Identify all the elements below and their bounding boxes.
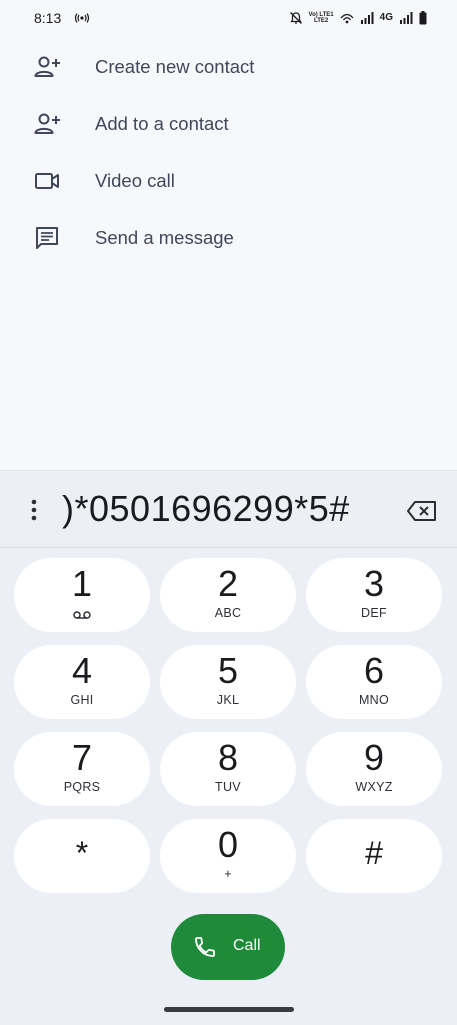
key-letters: JKL — [216, 693, 240, 707]
key-digit: 7 — [71, 737, 93, 778]
digits-row: )*0501696299*5# — [0, 471, 457, 548]
status-time: 8:13 — [34, 10, 62, 26]
call-button[interactable]: Call — [171, 914, 285, 980]
key-star[interactable]: * — [14, 819, 150, 893]
volte-indicator: Vo) LTE1 LTE2 — [309, 12, 334, 24]
call-label: Call — [233, 937, 261, 954]
action-label: Send a message — [95, 227, 234, 248]
key-0[interactable]: 0 + — [160, 819, 296, 893]
action-label: Add to a contact — [95, 113, 229, 134]
key-letters: + — [224, 867, 232, 881]
phone-icon — [195, 937, 215, 957]
status-icons: Vo) LTE1 LTE2 4G — [289, 9, 427, 27]
dialed-number-field[interactable]: )*0501696299*5# — [62, 485, 392, 533]
key-1[interactable]: 1 — [14, 558, 150, 632]
signal-icon — [360, 12, 374, 24]
key-letters: ABC — [214, 606, 242, 620]
key-digit: 6 — [363, 650, 385, 691]
key-letters: GHI — [70, 693, 94, 707]
key-letters: TUV — [215, 780, 241, 794]
key-digit: 9 — [363, 737, 385, 778]
message-icon — [36, 227, 58, 249]
mute-icon — [289, 12, 302, 24]
key-8[interactable]: 8 TUV — [160, 732, 296, 806]
status-bar: 8:13 Vo) LTE1 LTE2 4G — [0, 0, 457, 36]
more-options-icon[interactable] — [22, 497, 46, 523]
action-label: Create new contact — [95, 56, 255, 77]
volte-bottom-label: LTE2 — [313, 18, 329, 24]
key-letters: DEF — [361, 606, 387, 620]
dialed-number: )*0501696299*5# — [62, 488, 350, 529]
key-digit: 1 — [71, 563, 93, 604]
person-add-icon — [34, 56, 60, 77]
action-label: Video call — [95, 170, 175, 191]
network-type: 4G — [379, 12, 393, 23]
key-9[interactable]: 9 WXYZ — [306, 732, 442, 806]
key-3[interactable]: 3 DEF — [306, 558, 442, 632]
backspace-icon[interactable] — [406, 500, 438, 522]
signal-icon-2 — [400, 12, 413, 24]
videocam-icon — [35, 173, 59, 189]
key-digit: 3 — [363, 563, 385, 604]
video-call-action[interactable]: Video call — [0, 152, 457, 209]
voicemail-icon — [73, 611, 91, 619]
key-digit: # — [365, 835, 383, 871]
key-digit: 8 — [217, 737, 239, 778]
person-add-icon — [34, 113, 60, 134]
add-to-contact-action[interactable]: Add to a contact — [0, 95, 457, 152]
battery-icon — [419, 11, 427, 25]
key-digit: 2 — [217, 563, 239, 604]
key-digit: * — [75, 835, 89, 871]
key-6[interactable]: 6 MNO — [306, 645, 442, 719]
key-5[interactable]: 5 JKL — [160, 645, 296, 719]
send-message-action[interactable]: Send a message — [0, 209, 457, 266]
key-4[interactable]: 4 GHI — [14, 645, 150, 719]
create-new-contact-action[interactable]: Create new contact — [0, 38, 457, 95]
key-letters: MNO — [358, 693, 390, 707]
key-digit: 0 — [217, 824, 239, 865]
wifi-calling-icon — [340, 13, 354, 24]
key-2[interactable]: 2 ABC — [160, 558, 296, 632]
key-hash[interactable]: # — [306, 819, 442, 893]
key-letters: PQRS — [63, 780, 101, 794]
key-7[interactable]: 7 PQRS — [14, 732, 150, 806]
key-digit: 4 — [71, 650, 93, 691]
key-digit: 5 — [217, 650, 239, 691]
home-indicator[interactable] — [164, 1007, 294, 1012]
hotspot-icon — [74, 13, 90, 23]
key-letters: WXYZ — [355, 780, 393, 794]
